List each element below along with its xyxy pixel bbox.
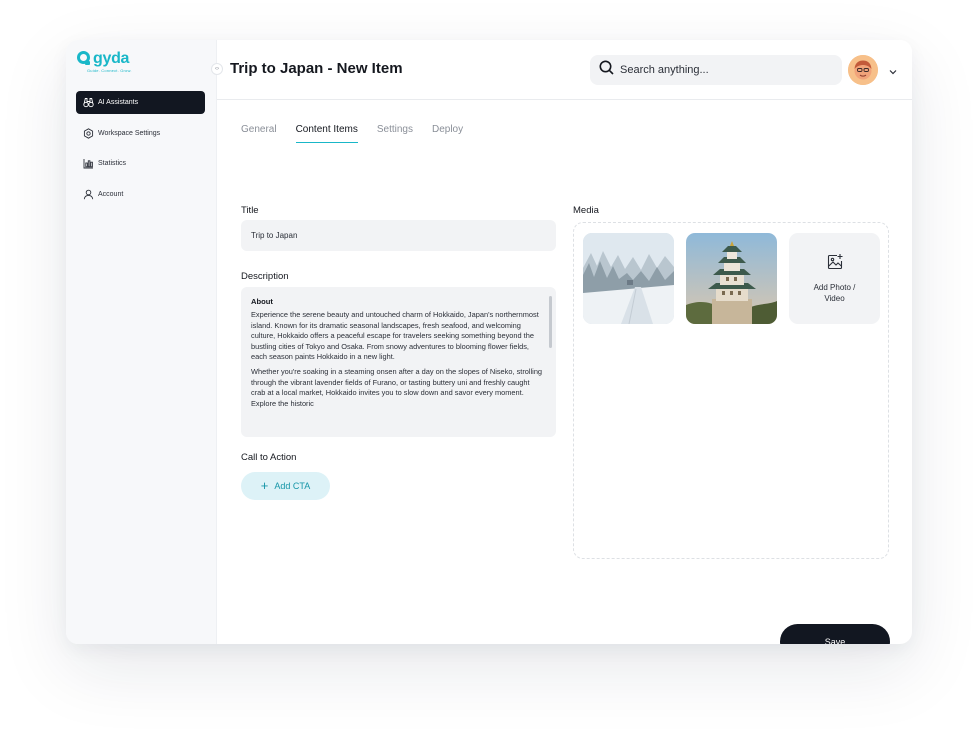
media-thumbnail-japanese-castle[interactable] (686, 233, 777, 324)
brand-name: gyda (93, 50, 130, 67)
description-heading: About (251, 297, 273, 306)
binoculars-icon (83, 97, 94, 108)
cta-label: Call to Action (241, 452, 297, 463)
description-scrollbar[interactable] (549, 296, 552, 348)
sidebar-item-account[interactable]: Account (76, 183, 205, 206)
tab-deploy[interactable]: Deploy (432, 124, 463, 143)
sidebar-item-label: Account (98, 190, 124, 198)
sidebar-item-label: Statistics (98, 160, 127, 167)
bar-chart-icon (83, 158, 94, 169)
chevron-down-icon[interactable] (888, 64, 898, 75)
description-paragraph: Whether you're soaking in a steaming ons… (251, 367, 543, 408)
sidebar: gyda Guide. Connect. Grow. AI Assistants (66, 40, 217, 644)
app-window: gyda Guide. Connect. Grow. AI Assistants (66, 40, 912, 644)
user-icon (83, 189, 94, 200)
sidebar-nav: AI Assistants Workspace Settings Statist… (76, 91, 205, 213)
media-thumbnail-snow-road[interactable] (583, 233, 674, 324)
sidebar-item-statistics[interactable]: Statistics (76, 152, 205, 175)
logo-mark-icon (76, 51, 91, 66)
description-content: About Experience the serene beauty and u… (251, 297, 543, 414)
page-title: Trip to Japan - New Item (230, 60, 403, 77)
description-textarea[interactable]: About Experience the serene beauty and u… (241, 287, 556, 437)
title-label: Title (241, 205, 259, 216)
search-input[interactable] (620, 64, 820, 76)
top-header: Trip to Japan - New Item (217, 40, 912, 100)
media-label: Media (573, 205, 599, 216)
media-dropzone[interactable]: Add Photo / Video (573, 222, 889, 559)
sidebar-item-label: AI Assistants (98, 99, 139, 106)
add-cta-button[interactable]: + Add CTA (241, 472, 330, 500)
sidebar-item-ai-assistants[interactable]: AI Assistants (76, 91, 205, 114)
brand-logo[interactable]: gyda Guide. Connect. Grow. (76, 51, 132, 73)
description-paragraph: Experience the serene beauty and untouch… (251, 310, 539, 362)
collapse-arrows-icon: ‹› (215, 66, 219, 72)
add-photo-video-label: Add Photo / Video (813, 283, 856, 303)
sidebar-item-label: Workspace Settings (98, 129, 161, 137)
save-button[interactable]: Save (780, 624, 890, 644)
tab-content-items[interactable]: Content Items (295, 124, 359, 143)
tab-settings[interactable]: Settings (377, 124, 413, 143)
description-label: Description (241, 271, 289, 282)
title-field[interactable] (241, 220, 556, 251)
add-cta-label: Add CTA (274, 481, 311, 491)
tab-general[interactable]: General (241, 124, 277, 143)
gear-icon (83, 127, 94, 139)
avatar[interactable] (848, 55, 878, 85)
brand-tagline: Guide. Connect. Grow. (87, 68, 132, 73)
search-icon (599, 60, 614, 80)
plus-icon: + (260, 478, 269, 493)
sidebar-item-workspace-settings[interactable]: Workspace Settings (76, 122, 205, 145)
add-image-icon (826, 253, 844, 276)
sidebar-collapse-button[interactable]: ‹› (211, 63, 223, 75)
main-content: General Content Items Settings Deploy Ti… (217, 101, 912, 644)
add-photo-video-button[interactable]: Add Photo / Video (789, 233, 880, 324)
tab-bar: General Content Items Settings Deploy (241, 124, 482, 143)
search-bar[interactable] (590, 55, 842, 85)
